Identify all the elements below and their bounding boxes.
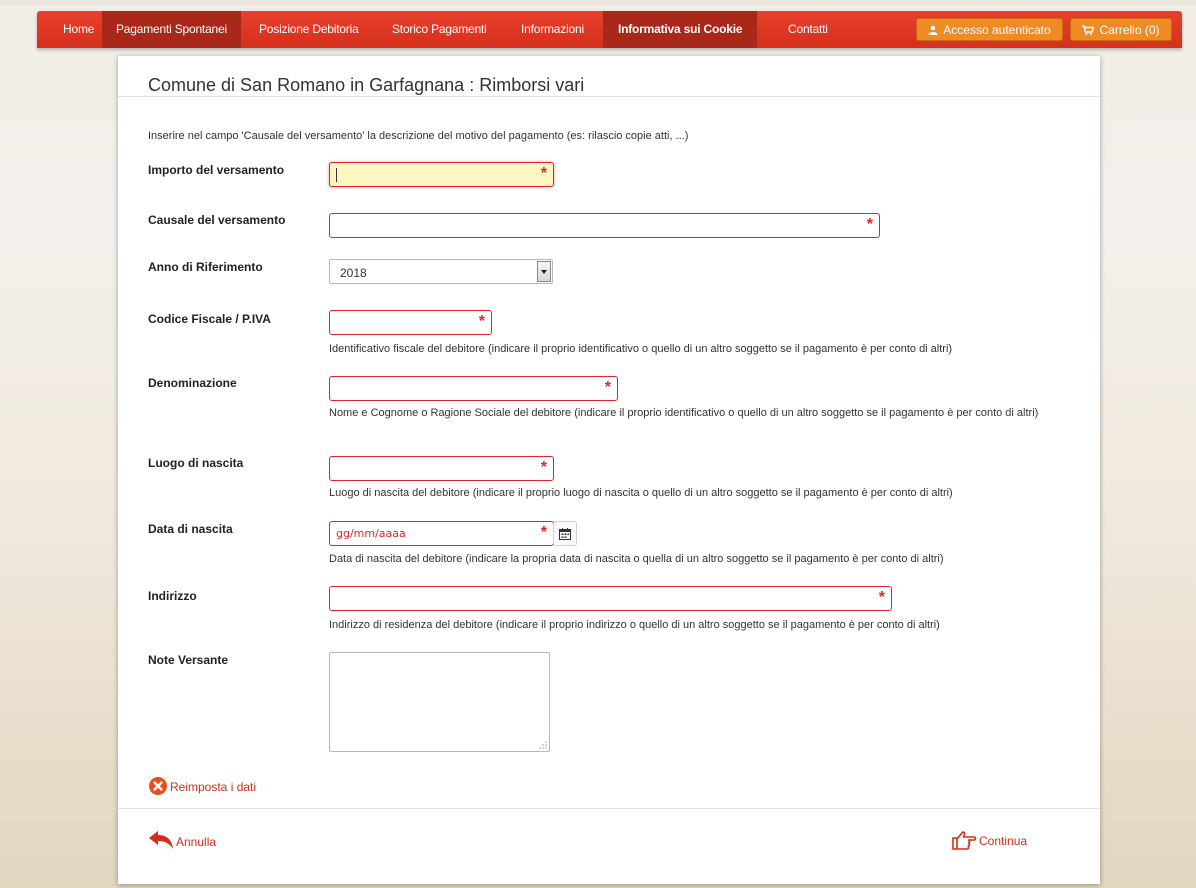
- denominazione-help: Nome e Cognome o Ragione Sociale del deb…: [329, 407, 1039, 419]
- calendar-icon: [559, 528, 571, 540]
- cart-icon: [1082, 25, 1095, 35]
- nav-posizione-debitoria[interactable]: Posizione Debitoria: [259, 11, 359, 48]
- nav-home[interactable]: Home: [63, 11, 94, 48]
- nav-informazioni[interactable]: Informazioni: [521, 11, 584, 48]
- causale-label: Causale del versamento: [148, 213, 286, 227]
- nav-contatti[interactable]: Contatti: [788, 11, 828, 48]
- nav-pagamenti-spontanei[interactable]: Pagamenti Spontanei: [102, 11, 241, 48]
- indirizzo-label: Indirizzo: [148, 589, 197, 603]
- note-label: Note Versante: [148, 653, 229, 667]
- data-nascita-help: Data di nascita del debitore (indicare l…: [329, 553, 944, 565]
- continue-label: Continua: [979, 834, 1028, 848]
- user-icon: [928, 25, 938, 35]
- codice-fiscale-help: Identificativo fiscale del debitore (ind…: [329, 343, 953, 355]
- calendar-button[interactable]: [553, 521, 577, 546]
- cancel-link[interactable]: Annulla: [148, 830, 216, 850]
- hand-pointer-icon: [952, 831, 977, 850]
- reset-link[interactable]: Reimposta i dati: [148, 776, 256, 796]
- codice-fiscale-input[interactable]: *: [329, 310, 492, 335]
- back-arrow-icon: [149, 831, 173, 849]
- required-marker: *: [478, 313, 485, 330]
- reset-icon: [149, 777, 167, 795]
- cancel-label: Annulla: [176, 835, 217, 849]
- data-nascita-label: Data di nascita: [148, 522, 233, 536]
- main-panel: Comune di San Romano in Garfagnana : Rim…: [118, 56, 1100, 884]
- required-marker: *: [878, 589, 885, 606]
- top-line: [0, 0, 1196, 5]
- anno-label: Anno di Riferimento: [148, 260, 263, 274]
- codice-fiscale-label: Codice Fiscale / P.IVA: [148, 312, 271, 326]
- required-marker: *: [866, 216, 873, 233]
- anno-select[interactable]: 2018: [329, 259, 553, 284]
- denominazione-label: Denominazione: [148, 376, 237, 390]
- reset-label: Reimposta i dati: [170, 780, 257, 794]
- required-marker: *: [540, 459, 547, 476]
- continue-link[interactable]: Continua: [951, 830, 1027, 850]
- data-nascita-input[interactable]: gg/mm/aaaa *: [329, 521, 554, 546]
- required-marker: *: [540, 165, 547, 182]
- nav-informativa-cookie[interactable]: Informativa sui Cookie: [603, 11, 758, 48]
- luogo-nascita-label: Luogo di nascita: [148, 456, 244, 470]
- chevron-down-icon[interactable]: [537, 261, 551, 282]
- required-marker: *: [604, 379, 611, 396]
- intro-text: Inserire nel campo 'Causale del versamen…: [148, 130, 689, 142]
- luogo-nascita-input[interactable]: *: [329, 456, 554, 481]
- page-title: Comune di San Romano in Garfagnana : Rim…: [148, 75, 585, 95]
- nav-storico-pagamenti[interactable]: Storico Pagamenti: [392, 11, 487, 48]
- date-placeholder: gg/mm/aaaa: [336, 527, 406, 540]
- login-label: Accesso autenticato: [943, 23, 1051, 37]
- luogo-nascita-help: Luogo di nascita del debitore (indicare …: [329, 487, 953, 499]
- text-caret: [336, 168, 337, 182]
- denominazione-input[interactable]: *: [329, 376, 618, 401]
- resize-grip-icon[interactable]: [539, 741, 547, 749]
- anno-value: 2018: [340, 266, 367, 280]
- causale-input[interactable]: *: [329, 213, 880, 238]
- indirizzo-help: Indirizzo di residenza del debitore (ind…: [329, 619, 940, 631]
- footer-divider: [118, 808, 1100, 809]
- note-textarea[interactable]: [329, 652, 550, 752]
- login-button[interactable]: Accesso autenticato: [916, 18, 1063, 41]
- required-marker: *: [540, 524, 547, 541]
- cart-button[interactable]: Carrello (0): [1070, 18, 1172, 41]
- title-divider: [118, 96, 1100, 97]
- indirizzo-input[interactable]: *: [329, 586, 892, 611]
- navbar: Home Pagamenti Spontanei Posizione Debit…: [37, 11, 1182, 48]
- cart-label: Carrello (0): [1099, 23, 1160, 37]
- importo-label: Importo del versamento: [148, 163, 285, 177]
- importo-input[interactable]: *: [329, 162, 554, 187]
